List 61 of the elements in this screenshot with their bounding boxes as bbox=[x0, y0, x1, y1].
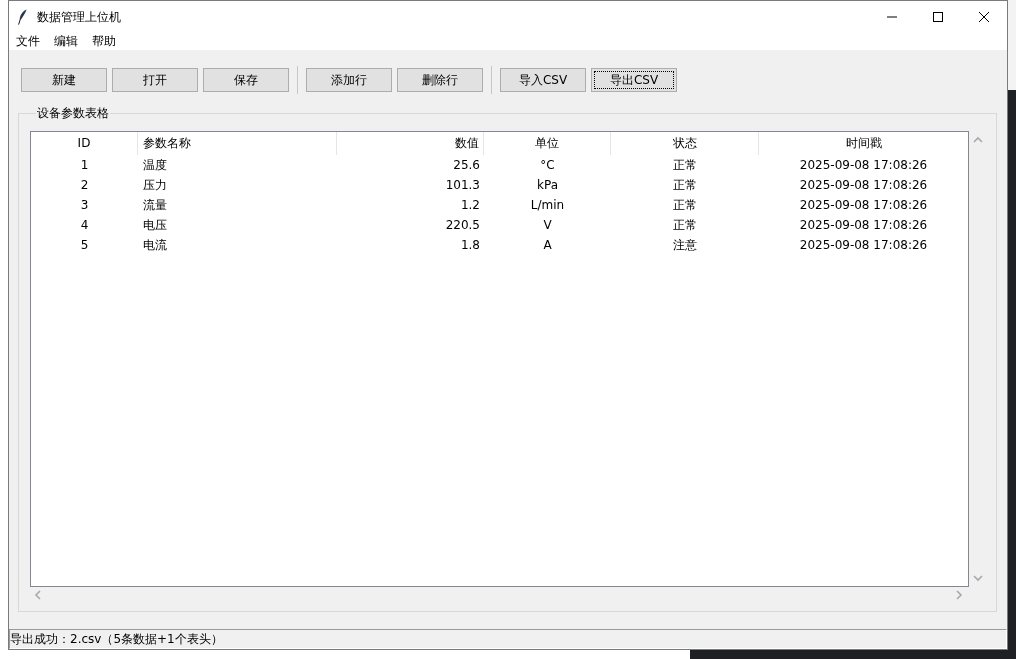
scroll-down-icon[interactable] bbox=[972, 574, 983, 582]
table-row[interactable]: 5 电流 1.8 A 注意 2025-09-08 17:08:26 bbox=[31, 235, 968, 255]
table-cell-text: V bbox=[542, 217, 553, 234]
table-cell-text: 25.6 bbox=[452, 157, 481, 174]
status-bar: 导出成功：2.csv（5条数据+1个表头） bbox=[9, 629, 1007, 649]
column-header[interactable]: 时间戳 bbox=[759, 132, 968, 155]
table-cell-text: 4 bbox=[79, 217, 90, 234]
toolbar-button[interactable]: 保存 bbox=[203, 68, 289, 92]
table-cell-text: 正常 bbox=[672, 177, 698, 194]
table-cell-text: 电流 bbox=[142, 237, 168, 254]
maximize-icon bbox=[933, 11, 943, 22]
toolbar-button[interactable]: 导出CSV bbox=[591, 68, 677, 92]
table-cell-text: 2025-09-08 17:08:26 bbox=[798, 157, 929, 174]
column-header[interactable]: 参数名称 bbox=[138, 132, 337, 155]
table-row[interactable]: 4 电压 220.5 V 正常 2025-09-08 17:08:26 bbox=[31, 215, 968, 235]
menu-item[interactable]: 文件 bbox=[9, 32, 47, 50]
table-row[interactable]: 1 温度 25.6 °C 正常 2025-09-08 17:08:26 bbox=[31, 155, 968, 175]
feather-icon bbox=[18, 8, 27, 25]
table-cell-text: 2025-09-08 17:08:26 bbox=[798, 197, 929, 214]
table-cell-text: 5 bbox=[79, 237, 90, 254]
table-cell-text: 3 bbox=[79, 197, 90, 214]
table-cell-text: 1 bbox=[79, 157, 90, 174]
toolbar-button[interactable]: 添加行 bbox=[306, 68, 392, 92]
scroll-right-icon[interactable] bbox=[955, 589, 963, 600]
menu-item[interactable]: 帮助 bbox=[85, 32, 123, 50]
table-row[interactable]: 3 流量 1.2 L/min 正常 2025-09-08 17:08:26 bbox=[31, 195, 968, 215]
table-cell-text: A bbox=[542, 237, 553, 254]
toolbar-button[interactable]: 删除行 bbox=[397, 68, 483, 92]
column-header[interactable]: 数值 bbox=[337, 132, 484, 155]
toolbar-button[interactable]: 新建 bbox=[21, 68, 107, 92]
toolbar-button[interactable]: 打开 bbox=[112, 68, 198, 92]
table-cell-text: 2025-09-08 17:08:26 bbox=[798, 217, 929, 234]
column-header[interactable]: ID bbox=[31, 132, 138, 155]
table-cell-text: 220.5 bbox=[444, 217, 481, 234]
table-cell-text: 正常 bbox=[672, 197, 698, 214]
table-cell-text: 1.2 bbox=[459, 197, 481, 214]
table-cell-text: 电压 bbox=[142, 217, 168, 234]
menu-item[interactable]: 编辑 bbox=[47, 32, 85, 50]
table-row[interactable]: 2 压力 101.3 kPa 正常 2025-09-08 17:08:26 bbox=[31, 175, 968, 195]
table-cell-text: 压力 bbox=[142, 177, 168, 194]
toolbar-button[interactable]: 导入CSV bbox=[500, 68, 586, 92]
column-header[interactable]: 状态 bbox=[611, 132, 759, 155]
window-title: 数据管理上位机 bbox=[37, 8, 121, 25]
close-icon bbox=[979, 11, 989, 22]
frame-title: 设备参数表格 bbox=[36, 106, 110, 120]
table-cell-text: 温度 bbox=[142, 157, 168, 174]
table-cell-text: 101.3 bbox=[444, 177, 481, 194]
table-cell-text: 正常 bbox=[672, 217, 698, 234]
table-cell-text: L/min bbox=[529, 197, 566, 214]
table-cell-text: kPa bbox=[536, 177, 559, 194]
table-cell-text: 2025-09-08 17:08:26 bbox=[798, 177, 929, 194]
table-cell-text: 注意 bbox=[672, 237, 698, 254]
table-cell-text: 2025-09-08 17:08:26 bbox=[798, 237, 929, 254]
column-header[interactable]: 单位 bbox=[484, 132, 611, 155]
table-cell-text: °C bbox=[539, 157, 556, 174]
table-cell-text: 2 bbox=[79, 177, 90, 194]
table-cell-text: 流量 bbox=[142, 197, 168, 214]
scroll-up-icon[interactable] bbox=[972, 136, 983, 144]
table-cell-text: 1.8 bbox=[459, 237, 481, 254]
table-cell-text: 正常 bbox=[672, 157, 698, 174]
scroll-left-icon[interactable] bbox=[34, 589, 42, 600]
